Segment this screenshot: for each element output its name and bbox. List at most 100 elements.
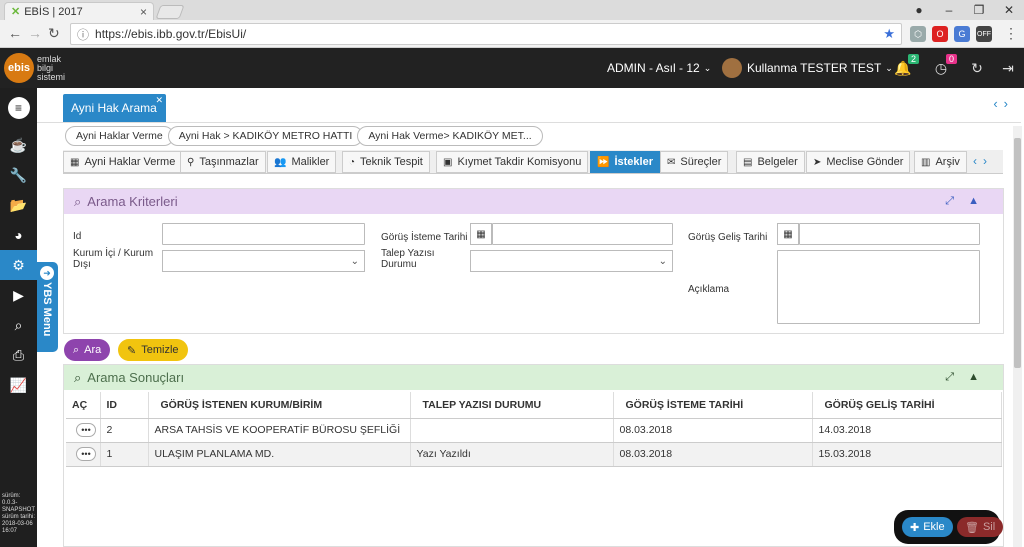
browser-tab[interactable]: ✕ EBİS | 2017 × (4, 2, 154, 20)
clock-icon[interactable]: ◷ 0 (931, 54, 957, 78)
breadcrumb-item[interactable]: Ayni Hak Verme> KADIKÖY MET... (357, 126, 543, 146)
aciklama-textarea[interactable] (777, 250, 980, 324)
app-topbar: ebis emlak bilgi sistemi ADMIN - Asıl - … (0, 48, 1024, 88)
breadcrumb-item[interactable]: Ayni Haklar Verme (65, 126, 174, 146)
user-name: Kullanma TESTER TEST (747, 61, 882, 75)
play-circle-icon[interactable]: ▶ (0, 280, 37, 310)
table-row[interactable]: ••• 1 ULAŞIM PLANLAMA MD. Yazı Yazıldı 0… (66, 442, 1002, 467)
row-actions-button[interactable]: ••• (76, 423, 96, 437)
chevron-left-icon[interactable]: ‹ (993, 96, 1003, 111)
column-header[interactable]: GÖRÜŞ İSTENEN KURUM/BİRİM (148, 392, 411, 419)
tab-label: Süreçler (680, 156, 722, 168)
id-input[interactable] (162, 223, 365, 245)
page-tab-ayni-hak-arama[interactable]: Ayni Hak Arama ✕ (63, 94, 166, 122)
folder-open-icon[interactable]: 📂 (0, 190, 37, 220)
collapse-icon[interactable]: ▲ (968, 371, 993, 383)
row-kurum: ULAŞIM PLANLAMA MD. (148, 442, 411, 467)
globe-icon[interactable]: ◕ (0, 220, 37, 250)
address-bar-area: ← → ↻ ⓘ https://ebis.ibb.gov.tr/EbisUi/ … (0, 20, 1024, 48)
gear-icon[interactable]: ⚙ (0, 250, 37, 280)
column-header[interactable]: AÇ (66, 392, 101, 419)
table-row[interactable]: ••• 2 ARSA TAHSİS VE KOOPERATİF BÜROSU Ş… (66, 418, 1002, 443)
extension-icon[interactable]: ⬡ (910, 26, 926, 42)
tab-scroll-arrows[interactable]: ‹› (973, 154, 993, 168)
off-extension-icon[interactable]: OFF (976, 26, 992, 42)
row-gelis-tarihi: 15.03.2018 (812, 442, 1002, 467)
user-dropdown[interactable]: Kullanma TESTER TEST ⌄ (722, 48, 893, 88)
arrow-circle-icon: ➜ (40, 266, 54, 280)
breadcrumb-item[interactable]: Ayni Hak > KADIKÖY METRO HATTI (167, 126, 364, 146)
tab-kiymet-takdir[interactable]: ▣ Kıymet Takdir Komisyonu (436, 151, 589, 173)
refresh-icon[interactable]: ↻ (967, 58, 987, 78)
expand-icon[interactable]: ⤢ (945, 195, 968, 207)
page-scrollbar-thumb[interactable] (1014, 138, 1021, 368)
bookmark-star-icon[interactable]: ★ (883, 26, 895, 42)
istem-tarihi-input[interactable] (492, 223, 673, 245)
send-icon: ➤ (813, 156, 822, 168)
tab-arsiv[interactable]: ▥ Arşiv (914, 151, 967, 173)
column-header[interactable]: ID (100, 392, 149, 419)
calendar-icon[interactable]: ▦ (470, 223, 492, 245)
column-header[interactable]: TALEP YAZISI DURUMU (410, 392, 614, 419)
tab-istekler[interactable]: ⏩ İstekler (590, 151, 660, 173)
tab-surecler[interactable]: ✉ Süreçler (660, 151, 729, 173)
chevron-right-icon[interactable]: › (1004, 96, 1014, 111)
table-header-row: AÇ ID GÖRÜŞ İSTENEN KURUM/BİRİM TALEP YA… (66, 392, 1002, 419)
results-panel-header: ⌕ Arama Sonuçları ⤢▲ (64, 365, 1003, 390)
tab-ayni-haklar-verme[interactable]: ▦ Ayni Haklar Verme (63, 151, 183, 173)
aciklama-label: Açıklama (688, 284, 730, 295)
print-icon[interactable]: ⎙ (0, 340, 37, 370)
new-tab-button[interactable] (155, 5, 185, 19)
menu-toggle-icon[interactable]: ≡ (0, 93, 37, 123)
add-button[interactable]: ✚ Ekle (902, 517, 953, 537)
row-actions-button[interactable]: ••• (76, 447, 96, 461)
translate-icon[interactable]: G (954, 26, 970, 42)
column-header[interactable]: GÖRÜŞ GELİŞ TARİHİ (812, 392, 1002, 419)
map-marker-icon: ⚲ (187, 156, 195, 168)
close-icon[interactable]: ✕ (155, 95, 163, 106)
tab-belgeler[interactable]: ▤ Belgeler (736, 151, 805, 173)
tab-malikler[interactable]: 👥 Malikler (267, 151, 337, 173)
row-kurum: ARSA TAHSİS VE KOOPERATİF BÜROSU ŞEFLİĞİ (148, 418, 411, 443)
app-logo[interactable]: ebis emlak bilgi sistemi (4, 53, 65, 83)
search-button[interactable]: ⌕ Ara (64, 339, 111, 361)
column-header[interactable]: GÖRÜŞ İSTEME TARİHİ (613, 392, 813, 419)
role-dropdown[interactable]: ADMIN - Asıl - 12 ⌄ (607, 48, 711, 88)
ysb-menu-tab[interactable]: ➜ YBS Menu (37, 262, 58, 352)
expand-icon[interactable]: ⤢ (945, 371, 968, 383)
forward-icon[interactable]: → (28, 25, 42, 41)
wrench-icon[interactable]: 🔧 (0, 160, 37, 190)
page-tab-arrows[interactable]: ‹› (993, 96, 1014, 111)
search-panel-title: Arama Kriterleri (87, 194, 178, 209)
tab-label: İstekler (614, 156, 653, 168)
calendar-icon[interactable]: ▦ (777, 223, 799, 245)
tab-label: Belgeler (757, 156, 798, 168)
opera-icon[interactable]: O (932, 26, 948, 42)
delete-button[interactable]: 🗑 Sil (957, 517, 1004, 537)
restore-icon[interactable]: ❐ (964, 0, 994, 20)
gelis-tarihi-input[interactable] (799, 223, 980, 245)
close-tab-icon[interactable]: × (140, 5, 147, 19)
collapse-icon[interactable]: ▲ (968, 195, 993, 207)
tab-meclise-gonder[interactable]: ➤ Meclise Gönder (806, 151, 911, 173)
tab-tasinmazlar[interactable]: ⚲ Taşınmazlar (180, 151, 266, 173)
minimize-icon[interactable]: – (934, 0, 964, 20)
close-window-icon[interactable]: ✕ (994, 0, 1024, 20)
search-icon[interactable]: ⌕ (0, 310, 37, 340)
url-field[interactable]: ⓘ https://ebis.ibb.gov.tr/EbisUi/ ★ (70, 23, 902, 45)
menu-dots-icon[interactable]: ⋮ (1004, 25, 1018, 42)
coffee-icon[interactable]: ☕ (0, 130, 37, 160)
tab-teknik-tespit[interactable]: ◔ Teknik Tespit (342, 151, 430, 173)
clear-button[interactable]: ✎ Temizle (118, 339, 188, 361)
reload-icon[interactable]: ↻ (48, 25, 60, 42)
bell-icon[interactable]: 🔔 2 (893, 54, 919, 78)
logout-icon[interactable]: ⇥ (998, 58, 1018, 78)
talep-durumu-select[interactable]: ⌄ (470, 250, 673, 272)
browser-tab-title: EBİS | 2017 (24, 5, 83, 18)
chart-icon[interactable]: 📈 (0, 370, 37, 400)
kurum-label-line: Dışı (73, 259, 91, 270)
search-button-label: Ara (84, 344, 102, 356)
profile-icon[interactable]: ● (904, 0, 934, 20)
back-icon[interactable]: ← (8, 25, 22, 41)
kurum-select[interactable]: ⌄ (162, 250, 365, 272)
